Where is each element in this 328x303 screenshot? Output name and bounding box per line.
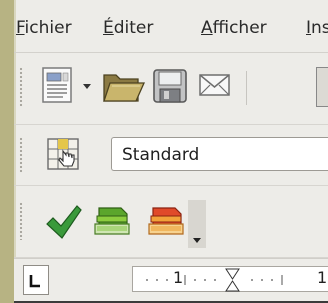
red-book-icon <box>148 207 184 235</box>
toolbar-separator <box>246 71 250 105</box>
next-toolbar-button[interactable] <box>316 67 328 107</box>
document-icon <box>42 67 72 103</box>
dropdown-arrow-icon <box>193 238 201 243</box>
tab-stop-icon <box>29 275 40 288</box>
formatting-toolbar: Standard <box>14 125 328 186</box>
apply-button[interactable] <box>43 202 83 244</box>
grid-hand-icon <box>47 138 79 170</box>
ruler-label-1: 1 <box>173 268 184 287</box>
email-icon <box>199 74 230 96</box>
toolbar-grip[interactable] <box>19 202 23 240</box>
toolbar-grip[interactable] <box>19 137 23 173</box>
tab-stop-selector[interactable] <box>23 265 49 295</box>
paragraph-style-value: Standard <box>122 145 200 165</box>
open-folder-icon <box>103 74 146 102</box>
menu-fichier[interactable]: Fichier <box>16 18 72 38</box>
open-button[interactable] <box>100 67 148 109</box>
save-disk-icon <box>153 69 187 103</box>
ruler-label-2: 1 <box>317 268 328 287</box>
new-document-button[interactable] <box>41 66 75 110</box>
ruler-ticks <box>146 268 283 292</box>
email-button[interactable] <box>198 72 232 104</box>
save-button[interactable] <box>151 67 189 109</box>
menu-afficher[interactable]: Afficher <box>201 18 267 38</box>
dropdown-arrow-icon <box>83 84 91 89</box>
toolbar-grip[interactable] <box>19 67 23 107</box>
checkmark-icon <box>46 205 82 239</box>
ruler-track[interactable]: 1 1 <box>132 266 328 292</box>
toolbar-overflow-button[interactable] <box>188 200 206 248</box>
menu-inserer[interactable]: Ins <box>306 18 328 38</box>
red-book-button[interactable] <box>145 198 187 244</box>
green-book-button[interactable] <box>91 198 133 244</box>
application-window: Fichier Éditer Afficher Ins Standard 1 1 <box>14 0 328 303</box>
green-book-icon <box>94 207 130 235</box>
styles-button[interactable] <box>46 137 82 177</box>
new-dropdown-button[interactable] <box>81 79 95 98</box>
menu-editer[interactable]: Éditer <box>103 18 153 38</box>
menu-bar: Fichier Éditer Afficher Ins <box>14 0 328 53</box>
horizontal-ruler: 1 1 <box>14 258 328 303</box>
indent-marker-icon <box>225 268 240 292</box>
paragraph-style-combo[interactable]: Standard <box>111 137 328 171</box>
tool-toolbar <box>14 186 328 258</box>
standard-toolbar <box>14 53 328 125</box>
